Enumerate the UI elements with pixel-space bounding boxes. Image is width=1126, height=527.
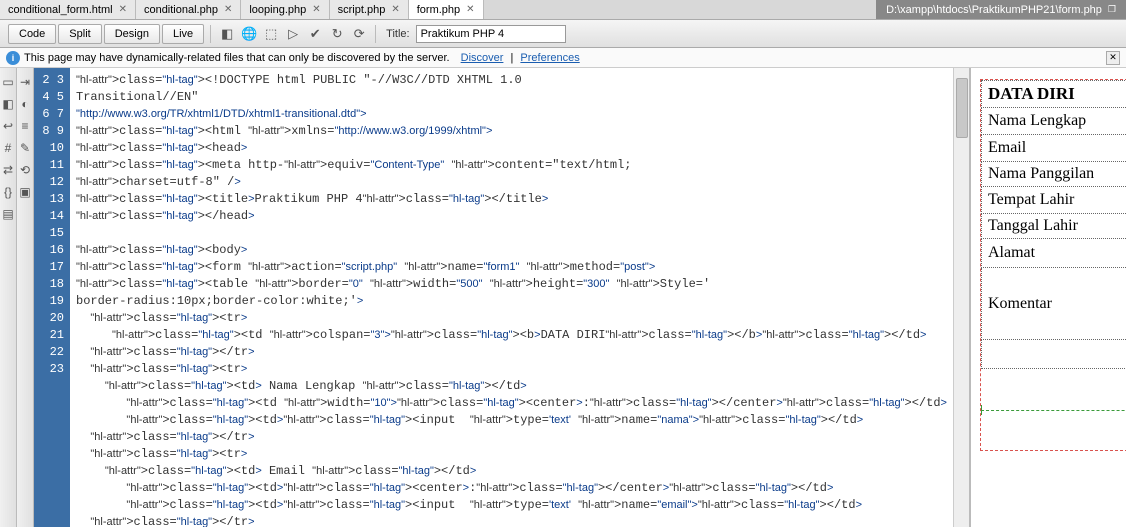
- split-view-button[interactable]: Split: [58, 24, 101, 44]
- close-icon[interactable]: ✕: [119, 4, 127, 15]
- globe-icon[interactable]: 🌐: [239, 24, 259, 44]
- design-view-button[interactable]: Design: [104, 24, 160, 44]
- row-label: Tempat Lahir: [981, 187, 1126, 214]
- row-label: Tanggal Lahir: [981, 214, 1126, 239]
- close-icon[interactable]: ✕: [224, 4, 232, 15]
- separator: |: [507, 52, 516, 64]
- code-editor[interactable]: 2 3 4 5 6 7 8 9 10 11 12 13 14 15 16 17 …: [34, 68, 969, 527]
- separator: [210, 25, 211, 43]
- recent-icon[interactable]: ⟲: [17, 162, 33, 178]
- row-label: Komentar: [981, 268, 1126, 340]
- document-tabbar: conditional_form.html✕ conditional.php✕ …: [0, 0, 1126, 20]
- collapse-icon[interactable]: ▣: [17, 184, 33, 200]
- main-split: ▭ ◧ ↩ # ⇄ {} ▤ ⇥ ◐ ≡ ✎ ⟲ ▣ 2 3 4 5 6 7 8…: [0, 68, 1126, 527]
- scroll-thumb[interactable]: [956, 78, 968, 138]
- close-icon[interactable]: ✕: [312, 4, 320, 15]
- snippet-icon[interactable]: ▤: [0, 206, 16, 222]
- open-documents-icon[interactable]: ▭: [0, 74, 16, 90]
- vertical-scrollbar[interactable]: [953, 68, 969, 527]
- inspect-icon[interactable]: ⬚: [261, 24, 281, 44]
- tab-label: looping.php: [249, 4, 306, 16]
- title-label: Title:: [386, 28, 409, 40]
- css-icon[interactable]: ◐: [17, 96, 33, 112]
- width-ruler: 500 ▾: [981, 403, 1126, 417]
- main-toolbar: Code Split Design Live ◧ 🌐 ⬚ ▷ ✔ ↻ ⟳ Tit…: [0, 20, 1126, 48]
- restore-icon[interactable]: ❐: [1108, 4, 1116, 15]
- info-icon: i: [6, 51, 20, 65]
- close-infobar-button[interactable]: ✕: [1106, 51, 1120, 65]
- wrap-icon[interactable]: ↩: [0, 118, 16, 134]
- indent-icon[interactable]: ⇥: [17, 74, 33, 90]
- discover-link[interactable]: Discover: [461, 52, 504, 64]
- tab-label: form.php: [417, 4, 460, 16]
- highlight-icon[interactable]: ✎: [17, 140, 33, 156]
- tag-icon[interactable]: #: [0, 140, 16, 156]
- form-heading: DATA DIRI: [981, 81, 1126, 108]
- balance-icon[interactable]: ⇄: [0, 162, 16, 178]
- comment-icon[interactable]: {}: [0, 184, 16, 200]
- row-label: Alamat: [981, 239, 1126, 268]
- coding-toolbar-rail: ▭ ◧ ↩ # ⇄ {} ▤: [0, 68, 17, 527]
- close-icon[interactable]: ✕: [391, 4, 399, 15]
- tab-label: script.php: [338, 4, 386, 16]
- check-icon[interactable]: ✔: [305, 24, 325, 44]
- close-icon[interactable]: ✕: [466, 4, 474, 15]
- file-path-text: D:\xampp\htdocs\PraktikumPHP21\form.php: [886, 4, 1102, 16]
- code-content[interactable]: "hl-attr">class="hl-tag"><!DOCTYPE html …: [70, 68, 953, 527]
- preview-form-table: DATA DIRI Nama Lengkap Email Nama Panggi…: [981, 80, 1126, 369]
- live-code-icon[interactable]: ◧: [217, 24, 237, 44]
- row-label: Nama Panggilan: [981, 162, 1126, 187]
- separator: [375, 25, 376, 43]
- related-files-infobar: i This page may have dynamically-related…: [0, 48, 1126, 68]
- design-preview[interactable]: DATA DIRI Nama Lengkap Email Nama Panggi…: [971, 68, 1126, 527]
- code-view-button[interactable]: Code: [8, 24, 56, 44]
- tab-label: conditional_form.html: [8, 4, 113, 16]
- file-path-bar: D:\xampp\htdocs\PraktikumPHP21\form.php ❐: [876, 0, 1126, 19]
- preferences-link[interactable]: Preferences: [520, 52, 579, 64]
- infobar-message: This page may have dynamically-related f…: [24, 52, 450, 64]
- play-icon[interactable]: ▷: [283, 24, 303, 44]
- coding-toolbar-rail-2: ⇥ ◐ ≡ ✎ ⟲ ▣: [17, 68, 34, 527]
- row-label: Nama Lengkap: [981, 108, 1126, 135]
- button-row: Submit Reset: [981, 340, 1126, 369]
- line-number-gutter: 2 3 4 5 6 7 8 9 10 11 12 13 14 15 16 17 …: [34, 68, 70, 527]
- tab-conditional-php[interactable]: conditional.php ✕: [136, 0, 241, 19]
- tab-label: conditional.php: [144, 4, 218, 16]
- row-label: Email: [981, 135, 1126, 162]
- ruler-line: [981, 410, 1126, 411]
- tab-form-php[interactable]: form.php ✕: [409, 0, 484, 19]
- tab-conditional-form-html[interactable]: conditional_form.html ✕: [0, 0, 136, 19]
- format-icon[interactable]: ≡: [17, 118, 33, 134]
- show-code-icon[interactable]: ◧: [0, 96, 16, 112]
- live-view-button[interactable]: Live: [162, 24, 204, 44]
- refresh-icon[interactable]: ⟳: [349, 24, 369, 44]
- tab-looping-php[interactable]: looping.php ✕: [241, 0, 329, 19]
- navigate-icon[interactable]: ↻: [327, 24, 347, 44]
- title-input[interactable]: [416, 25, 566, 43]
- tab-script-php[interactable]: script.php ✕: [330, 0, 409, 19]
